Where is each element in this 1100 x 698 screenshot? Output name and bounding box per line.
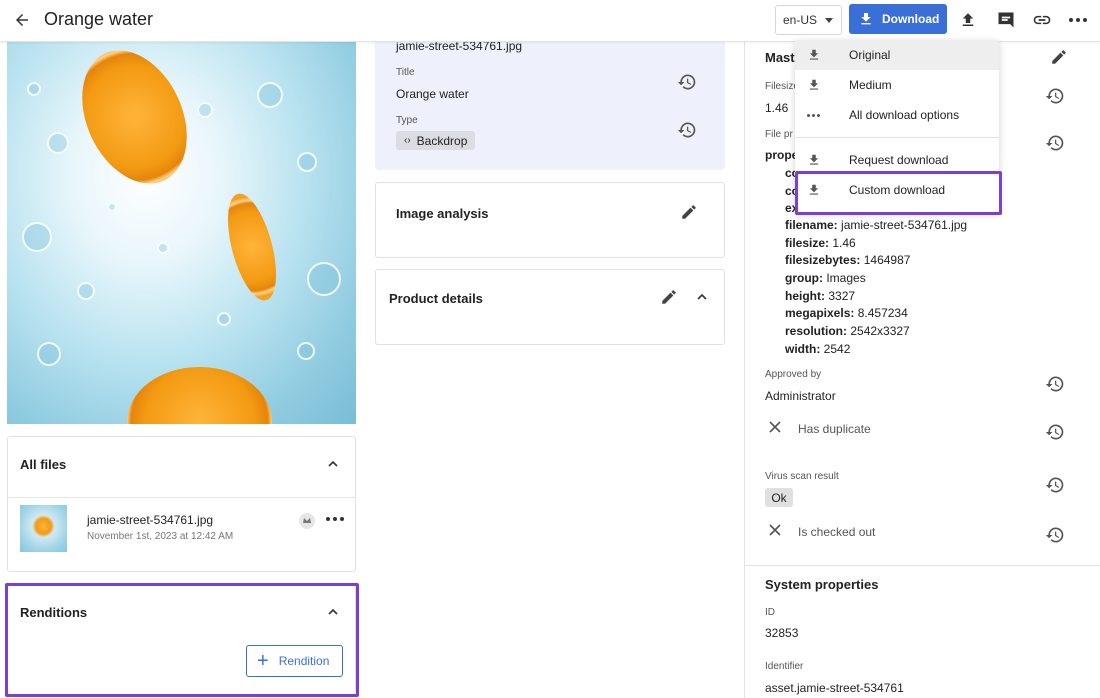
comment-icon[interactable] [994, 8, 1018, 32]
edit-pencil-icon[interactable] [660, 288, 678, 306]
product-details-card [375, 269, 725, 345]
filesize-value: 1.46 [765, 101, 789, 115]
plus-icon: + [257, 650, 269, 672]
divider [7, 497, 356, 498]
history-icon[interactable] [1045, 133, 1065, 153]
close-x-icon [769, 421, 781, 433]
caret-down-icon [825, 17, 834, 23]
system-properties-title: System properties [765, 577, 879, 592]
language-select[interactable]: en-US [775, 5, 842, 35]
chevron-up-icon[interactable] [328, 607, 338, 617]
renditions-title: Renditions [20, 605, 88, 620]
orange-slice [127, 367, 272, 424]
edit-pencil-icon[interactable] [1050, 48, 1068, 66]
approved-by-value: Administrator [765, 389, 836, 403]
top-bar: Orange water en-US Download [0, 0, 1100, 42]
id-label: ID [765, 607, 775, 618]
file-thumbnail[interactable] [20, 505, 67, 552]
back-arrow-icon[interactable] [10, 8, 34, 32]
history-icon[interactable] [1045, 86, 1065, 106]
code-icon: ‹› [404, 135, 411, 146]
history-icon[interactable] [1045, 525, 1065, 545]
edit-pencil-icon[interactable] [680, 203, 698, 221]
history-icon[interactable] [677, 120, 697, 140]
type-chip[interactable]: ‹› Backdrop [396, 131, 476, 150]
identifier-label: Identifier [765, 661, 804, 672]
property-row: resolution: 2542x3327 [785, 324, 910, 338]
menu-item-medium[interactable]: Medium [795, 70, 999, 100]
chevron-up-icon[interactable] [697, 292, 707, 302]
file-name[interactable]: jamie-street-534761.jpg [87, 513, 213, 527]
add-rendition-label: Rendition [278, 654, 330, 668]
link-icon[interactable] [1030, 8, 1054, 32]
history-icon[interactable] [1045, 422, 1065, 442]
download-button-label: Download [882, 12, 940, 26]
history-icon[interactable] [1045, 475, 1065, 495]
virus-scan-label: Virus scan result [765, 471, 839, 482]
property-row: filesizebytes: 1464987 [785, 253, 911, 267]
custom-download-highlight [795, 171, 1002, 215]
upload-icon[interactable] [956, 8, 980, 32]
file-more-options-icon[interactable] [326, 514, 344, 524]
orange-slice [61, 42, 208, 201]
filesize-label: Filesize [765, 81, 799, 92]
title-label: Title [396, 67, 415, 78]
file-properties-label: File pr [765, 129, 793, 140]
menu-divider [795, 137, 999, 138]
type-label: Type [396, 115, 418, 126]
chevron-up-icon[interactable] [328, 459, 338, 469]
close-x-icon [769, 524, 781, 536]
property-row: height: 3327 [785, 289, 856, 303]
page-title: Orange water [44, 9, 154, 29]
virus-scan-status-badge: Ok [765, 488, 793, 507]
download-icon [795, 153, 849, 167]
divider [745, 565, 1100, 566]
menu-item-original[interactable]: Original [795, 40, 999, 70]
has-duplicate-label: Has duplicate [798, 422, 871, 436]
more-horizontal-icon [795, 110, 849, 120]
is-checked-out-label: Is checked out [798, 525, 876, 539]
add-rendition-button[interactable]: + Rendition [246, 645, 343, 677]
history-icon[interactable] [677, 72, 697, 92]
asset-preview-image [7, 42, 356, 424]
master-section-title: Mast [765, 50, 795, 65]
id-value: 32853 [765, 626, 799, 640]
property-row: filename: jamie-street-534761.jpg [785, 218, 968, 232]
download-button[interactable]: Download [849, 4, 947, 34]
image-analysis-title: Image analysis [396, 206, 489, 221]
download-icon [861, 13, 871, 25]
property-row: width: 2542 [785, 342, 851, 356]
renditions-highlight [5, 583, 359, 697]
all-files-title: All files [20, 457, 67, 472]
approved-by-label: Approved by [765, 369, 822, 380]
identifier-value: asset.jamie-street-534761 [765, 681, 904, 695]
download-icon [795, 48, 849, 62]
property-row: filesize: 1.46 [785, 236, 856, 250]
property-row: group: Images [785, 271, 866, 285]
language-value: en-US [783, 13, 818, 27]
property-row: megapixels: 8.457234 [785, 306, 908, 320]
crown-icon [299, 513, 315, 529]
orange-slice [218, 188, 286, 306]
product-details-title: Product details [389, 291, 483, 306]
title-value[interactable]: Orange water [396, 87, 469, 101]
history-icon[interactable] [1045, 374, 1065, 394]
more-options-icon[interactable] [1066, 8, 1090, 32]
type-value: Backdrop [416, 133, 468, 148]
download-icon [795, 78, 849, 92]
properties-key: prope [765, 148, 799, 162]
file-date: November 1st, 2023 at 12:42 AM [87, 531, 234, 542]
menu-item-all-download-options[interactable]: All download options [795, 100, 999, 130]
